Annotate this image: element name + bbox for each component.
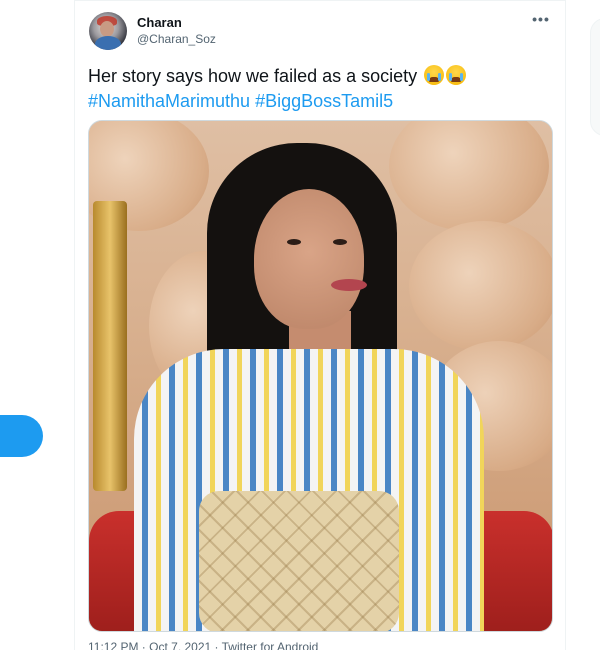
- photo-lips: [331, 279, 367, 291]
- photo-gold-pillar: [93, 201, 127, 491]
- photo-ornament: [409, 221, 552, 351]
- photo-cushion: [199, 491, 399, 631]
- tweet-timestamp[interactable]: 11:12 PM · Oct 7, 2021 · Twitter for And…: [88, 641, 558, 650]
- author-name[interactable]: Charan: [137, 15, 182, 30]
- more-options-button[interactable]: •••: [529, 12, 553, 32]
- tweet-compose-button[interactable]: [0, 415, 43, 457]
- tweet[interactable]: Charan @Charan_Soz ••• Her story says ho…: [75, 0, 565, 650]
- avatar-face: [100, 21, 114, 37]
- tweet-text-body: Her story says how we failed as a societ…: [88, 66, 418, 86]
- tweet-photo[interactable]: [88, 120, 553, 632]
- column-divider: [565, 0, 566, 650]
- avatar[interactable]: [89, 12, 127, 50]
- tweet-hashtags: #NamithaMarimuthu #BiggBossTamil5: [88, 89, 558, 113]
- photo-face: [254, 189, 364, 329]
- loudly-crying-face-icon: [424, 65, 445, 85]
- avatar-shirt: [95, 36, 121, 50]
- sidebar-card: [590, 18, 600, 136]
- photo-eye: [333, 239, 347, 245]
- loudly-crying-face-icon: [446, 65, 467, 85]
- hashtag-link[interactable]: #BiggBossTamil5: [255, 91, 393, 111]
- photo-eye: [287, 239, 301, 245]
- tweet-text: Her story says how we failed as a societ…: [88, 64, 558, 88]
- author-handle[interactable]: @Charan_Soz: [137, 32, 216, 46]
- hashtag-link[interactable]: #NamithaMarimuthu: [88, 91, 250, 111]
